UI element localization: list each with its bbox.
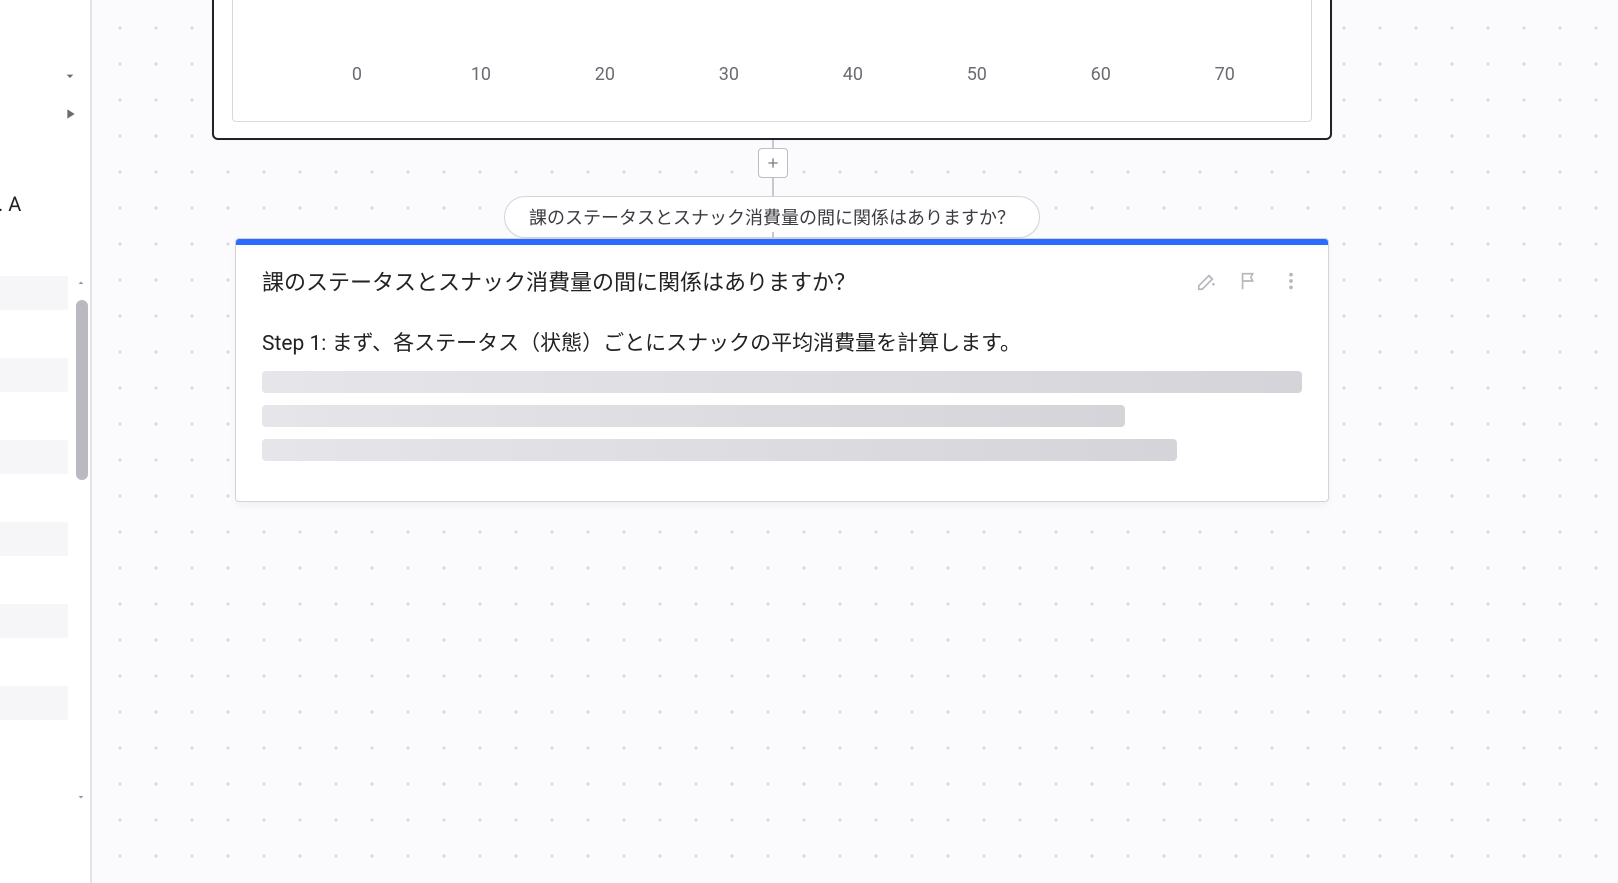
edit-icon[interactable] bbox=[1196, 270, 1218, 292]
query-chip-text: 課のステータスとスナック消費量の間に関係はありますか？ bbox=[529, 208, 1015, 229]
scroll-down-icon[interactable] bbox=[74, 790, 88, 804]
loading-skeleton-line bbox=[262, 405, 1125, 427]
response-action-icons bbox=[1196, 270, 1302, 292]
axis-tick: 20 bbox=[595, 64, 615, 85]
sidebar: our. A ns. bbox=[0, 0, 90, 883]
list-item[interactable] bbox=[0, 604, 68, 638]
loading-skeleton-line bbox=[262, 371, 1302, 393]
response-body: Step 1: まず、各ステータス（状態）ごとにスナックの平均消費量を計算します… bbox=[236, 307, 1328, 501]
connector-line bbox=[772, 178, 774, 198]
axis-tick: 0 bbox=[352, 64, 362, 85]
list-item[interactable] bbox=[0, 522, 68, 556]
collapse-panel-icon[interactable] bbox=[60, 66, 80, 86]
loading-skeleton-line bbox=[262, 439, 1177, 461]
more-vertical-icon[interactable] bbox=[1280, 270, 1302, 292]
canvas[interactable]: 0 10 20 30 40 50 60 70 課のステータスとスナック bbox=[90, 0, 1618, 883]
axis-tick: 50 bbox=[967, 64, 987, 85]
list-item[interactable] bbox=[0, 440, 68, 474]
chart-card[interactable]: 0 10 20 30 40 50 60 70 bbox=[212, 0, 1332, 140]
step-1-line: Step 1: まず、各ステータス（状態）ごとにスナックの平均消費量を計算します… bbox=[262, 327, 1302, 357]
sidebar-controls bbox=[60, 66, 80, 124]
axis-tick: 10 bbox=[471, 64, 491, 85]
list-item[interactable] bbox=[0, 276, 68, 310]
axis-tick: 60 bbox=[1091, 64, 1111, 85]
x-axis-ticks: 0 10 20 30 40 50 60 70 bbox=[233, 57, 1311, 85]
list-item[interactable] bbox=[0, 358, 68, 392]
response-title: 課のステータスとスナック消費量の間に関係はありますか？ bbox=[262, 265, 856, 297]
add-node-button[interactable] bbox=[758, 148, 788, 178]
app-root: our. A ns. 0 10 bbox=[0, 0, 1618, 883]
response-card[interactable]: 課のステータスとスナック消費量の間に関係はありますか？ bbox=[235, 238, 1329, 502]
axis-tick: 70 bbox=[1215, 64, 1235, 85]
axis-tick: 30 bbox=[719, 64, 739, 85]
chart-plot-area: 0 10 20 30 40 50 60 70 bbox=[232, 0, 1312, 122]
step-label: Step 1: bbox=[262, 332, 326, 356]
sidebar-fragment-line1: our. A bbox=[0, 192, 21, 216]
sidebar-text-fragment: our. A ns. bbox=[0, 190, 21, 246]
canvas-inner: 0 10 20 30 40 50 60 70 課のステータスとスナック bbox=[92, 0, 1618, 883]
sidebar-list bbox=[0, 276, 68, 823]
axis-tick: 40 bbox=[843, 64, 863, 85]
play-icon[interactable] bbox=[60, 104, 80, 124]
response-header: 課のステータスとスナック消費量の間に関係はありますか？ bbox=[236, 245, 1328, 307]
scrollbar-thumb[interactable] bbox=[76, 300, 88, 480]
list-item[interactable] bbox=[0, 686, 68, 720]
step-text: まず、各ステータス（状態）ごとにスナックの平均消費量を計算します。 bbox=[326, 332, 1021, 356]
flag-icon[interactable] bbox=[1238, 270, 1260, 292]
